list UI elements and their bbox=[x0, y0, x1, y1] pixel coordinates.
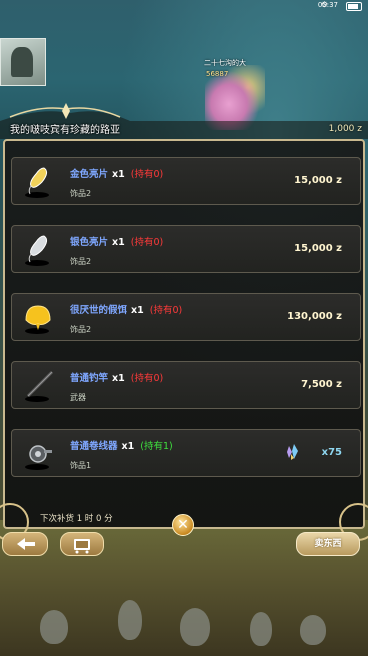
shop-cart-button[interactable] bbox=[60, 532, 104, 556]
rock bbox=[40, 610, 68, 644]
item-qty: x1 bbox=[112, 237, 125, 248]
item-name: 银色亮片 bbox=[70, 237, 109, 248]
item-price: 15,000 z bbox=[294, 243, 342, 254]
item-name: 普通卷线器 bbox=[70, 441, 118, 452]
item-qty: x1 bbox=[131, 305, 144, 316]
shop-item[interactable]: 普通卷线器 x1 (持有1) 饰品1 x75 bbox=[11, 429, 361, 477]
rock bbox=[118, 600, 142, 640]
npc-portrait[interactable] bbox=[0, 38, 46, 86]
npc-name: 二十七沟的大 bbox=[204, 59, 246, 67]
owned-count: (持有1) bbox=[140, 441, 173, 452]
battery-icon bbox=[346, 2, 362, 11]
gold-amount: 1,000 z bbox=[328, 124, 362, 134]
item-qty: x1 bbox=[121, 441, 135, 452]
item-qty: x1 bbox=[112, 169, 125, 180]
item-name: 金色亮片 bbox=[70, 169, 109, 180]
item-name: 普通钓竿 bbox=[70, 373, 109, 384]
clock: 05:37 bbox=[317, 1, 338, 9]
shop-item[interactable]: 银色亮片 x1 (持有0) 饰品2 15,000 z bbox=[11, 225, 361, 273]
item-category: 饰品2 bbox=[70, 325, 92, 334]
arrow-left-icon bbox=[17, 538, 35, 550]
fishing-reel-icon bbox=[25, 445, 52, 470]
item-qty: x1 bbox=[112, 373, 125, 384]
item-category: 饰品2 bbox=[70, 189, 92, 198]
close-button[interactable]: ✕ bbox=[172, 514, 194, 536]
fishing-rod-icon bbox=[25, 370, 54, 402]
shop-item[interactable]: 很厌世的假饵 x1 (持有0) 饰品2 130,000 z bbox=[11, 293, 361, 341]
yellow-bait-icon bbox=[25, 305, 51, 334]
item-category: 饰品2 bbox=[70, 257, 92, 266]
item-price: 7,500 z bbox=[301, 379, 342, 390]
item-category: 武器 bbox=[70, 393, 86, 402]
shop-item[interactable]: 金色亮片 x1 (持有0) 饰品2 15,000 z bbox=[11, 157, 361, 205]
crystal-currency-icon bbox=[287, 444, 298, 460]
owned-count: (持有0) bbox=[130, 373, 164, 384]
sell-button[interactable]: 卖东西 bbox=[296, 532, 360, 556]
shop-panel: 金色亮片 x1 (持有0) 饰品2 15,000 z 银色亮片 x1 (持有0) 饰品2… bbox=[0, 139, 368, 541]
left-arrow-button[interactable] bbox=[2, 532, 48, 556]
item-price: 130,000 z bbox=[287, 311, 342, 322]
gold-spoon-lure-icon bbox=[25, 167, 49, 198]
item-category: 饰品1 bbox=[70, 461, 92, 470]
item-name: 很厌世的假饵 bbox=[70, 305, 128, 316]
npc-id: 56887 bbox=[206, 70, 229, 78]
shop-item[interactable]: 普通钓竿 x1 (持有0) 武器 7,500 z bbox=[11, 361, 361, 409]
silver-spoon-lure-icon bbox=[25, 235, 49, 266]
owned-count: (持有0) bbox=[130, 237, 164, 248]
rock bbox=[180, 608, 210, 646]
item-price: 15,000 z bbox=[294, 175, 342, 186]
owned-count: (持有0) bbox=[149, 305, 183, 316]
rock bbox=[300, 615, 326, 645]
item-cost: x75 bbox=[321, 447, 342, 458]
shop-title: 我的啵吱宾有珍藏的路亚 bbox=[10, 125, 120, 136]
restock-timer: 下次补货 1 时 0 分 bbox=[40, 514, 113, 524]
cart-icon bbox=[74, 539, 90, 554]
rock bbox=[250, 612, 272, 646]
owned-count: (持有0) bbox=[130, 169, 164, 180]
